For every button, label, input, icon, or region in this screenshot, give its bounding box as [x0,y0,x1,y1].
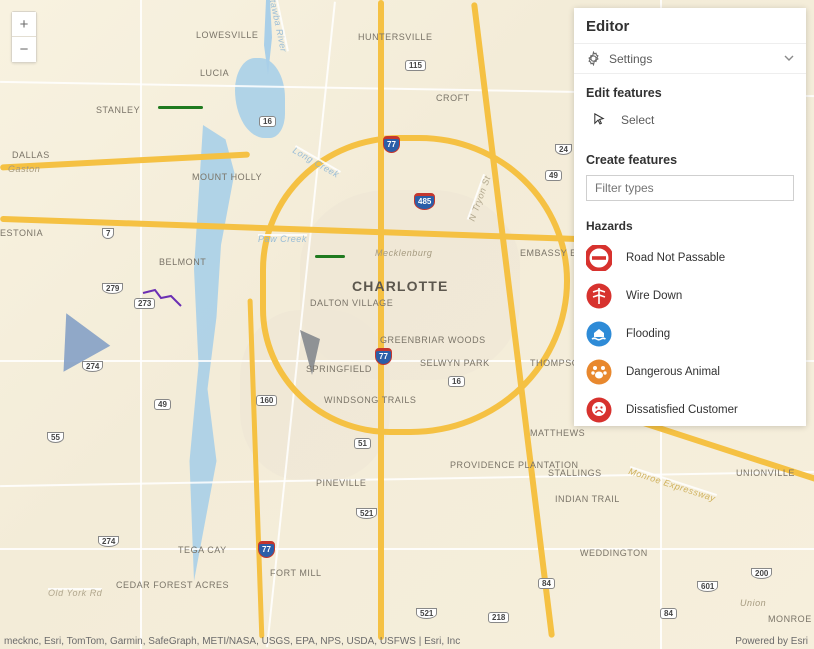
shield-route: 55 [47,432,64,443]
feature-label: Flooding [626,328,670,340]
place-label: DALTON VILLAGE [310,298,360,308]
place-label: PINEVILLE [316,478,366,488]
place-label: BELMONT [159,257,206,267]
place-label: Mecklenburg [375,248,432,258]
shield-interstate: 77 [383,136,400,153]
place-label: MONROE [768,614,812,624]
edit-features-title: Edit features [574,74,806,108]
place-label: UNIONVILLE [736,468,795,478]
zoom-out-button[interactable]: − [12,37,36,62]
shield-route: 200 [751,568,772,579]
shield-route: 24 [555,144,572,155]
shield-route: 274 [98,536,119,547]
shield-route: 274 [82,361,103,372]
road-label: Monroe Expressway [630,466,717,496]
sad-face-icon [586,397,612,423]
place-label: CROFT [436,93,470,103]
create-features-title: Create features [574,141,806,175]
place-label: EMBASSY EAST [520,248,575,258]
place-label: SELWYN PARK [420,358,470,368]
hazards-group-title: Hazards [574,209,806,239]
chevron-down-icon [784,52,794,66]
settings-label: Settings [609,52,652,66]
minor-road [140,0,142,649]
minor-road [0,548,814,550]
place-label: STANLEY [96,105,140,115]
place-label: WEDDINGTON [580,548,648,558]
place-label: CEDAR FOREST ACRES [116,580,201,590]
shield-route: 521 [356,508,377,519]
zoom-control: + − [11,11,37,63]
flooding-icon [586,321,612,347]
place-label: LUCIA [200,68,229,78]
road-label: Paw Creek [258,234,307,236]
shield-route: 521 [416,608,437,619]
feature-label: Dangerous Animal [626,366,720,378]
feature-list: Road Not Passable Wire Down Flooding Dan… [574,239,806,426]
place-label: MATTHEWS [530,428,585,438]
place-label: WINDSONG TRAILS [324,395,384,405]
panel-title: Editor [574,8,806,43]
shield-route: 7 [102,228,114,239]
map-feature-line[interactable] [158,106,203,109]
map-attribution: mecknc, Esri, TomTom, Garmin, SafeGraph,… [4,636,460,647]
cursor-icon [592,112,607,127]
place-label: LOWESVILLE [196,30,258,40]
place-label: FORT MILL [270,568,322,578]
feature-dangerous-animal[interactable]: Dangerous Animal [574,353,806,391]
place-label: DALLAS [12,150,50,160]
road-label: Catawba River [273,0,289,52]
shield-route: 218 [488,612,509,623]
zoom-in-button[interactable]: + [12,12,36,37]
shield-route: 115 [405,60,426,71]
minor-road [0,471,814,487]
shield-interstate: 77 [258,541,275,558]
shield-route: 160 [256,395,277,406]
app-viewport: CHARLOTTE LOWESVILLE HUNTERSVILLE LUCIA … [0,0,814,649]
place-label: Gaston [8,164,40,174]
filter-types-input[interactable] [586,175,794,201]
feature-dissatisfied-customer[interactable]: Dissatisfied Customer [574,391,806,426]
powered-by-label[interactable]: Powered by Esri [735,636,808,647]
shield-route: 84 [538,578,555,589]
feature-wire-down[interactable]: Wire Down [574,277,806,315]
shield-route: 49 [154,399,171,410]
select-label: Select [621,113,654,127]
city-label-charlotte: CHARLOTTE [352,278,448,294]
place-label: INDIAN TRAIL [555,494,620,504]
road-label: Old York Rd [48,588,102,590]
select-tool[interactable]: Select [574,108,806,141]
no-entry-icon [586,245,612,271]
gear-icon [586,51,601,66]
feature-label: Road Not Passable [626,252,725,264]
place-label: ESTONIA [0,228,43,238]
place-label: SPRINGFIELD [306,364,372,374]
place-label: MOUNT HOLLY [192,172,232,182]
feature-flooding[interactable]: Flooding [574,315,806,353]
feature-road-not-passable[interactable]: Road Not Passable [574,239,806,277]
shield-route: 49 [545,170,562,181]
map-feature-line[interactable] [315,255,345,258]
wire-down-icon [586,283,612,309]
shield-route: 16 [448,376,465,387]
place-label: PROVIDENCE PLANTATION [450,460,525,470]
shield-route: 51 [354,438,371,449]
feature-label: Wire Down [626,290,682,302]
shield-route: 279 [102,283,123,294]
feature-label: Dissatisfied Customer [626,404,738,416]
shield-route: 273 [134,298,155,309]
place-label: STALLINGS [548,468,602,478]
place-label: TEGA CAY [178,545,227,555]
place-label: GREENBRIAR WOODS [380,335,445,345]
place-label: HUNTERSVILLE [358,32,433,42]
shield-route: 16 [259,116,276,127]
shield-route: 84 [660,608,677,619]
settings-row[interactable]: Settings [574,43,806,74]
editor-panel: Editor Settings Edit features Select Cre… [574,8,806,426]
place-label: Union [740,598,766,608]
shield-route: 601 [697,581,718,592]
shield-interstate: 77 [375,348,392,365]
paw-icon [586,359,612,385]
